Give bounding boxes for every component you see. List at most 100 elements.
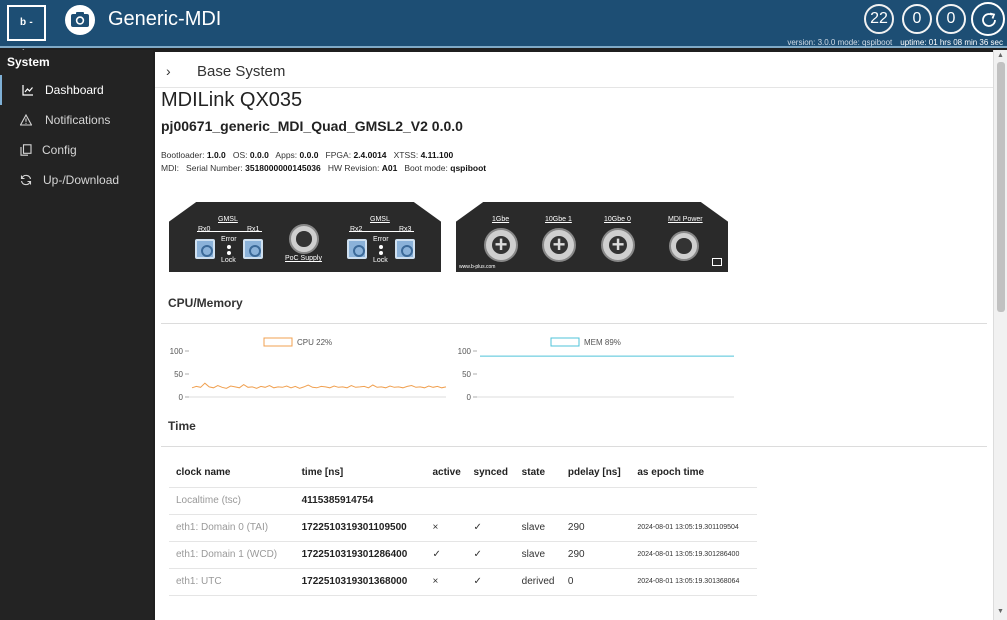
- vertical-scrollbar[interactable]: ▲ ▼: [993, 50, 1007, 620]
- counter-value: 0: [946, 10, 956, 27]
- 10gbe0-connector: [601, 228, 635, 262]
- apps-value: 0.0.0: [299, 150, 319, 160]
- epoch-cell: [630, 487, 757, 515]
- column-header: active: [425, 458, 467, 488]
- time-ns: 4115385914754: [294, 487, 426, 515]
- state-cell: [514, 487, 561, 515]
- firmware-versions: Bootloader: 1.0.0 OS: 0.0.0 Apps: 0.0.0 …: [161, 150, 453, 160]
- clock-name: Localtime (tsc): [169, 487, 295, 515]
- pdelay-cell: 290: [560, 514, 631, 542]
- memory-chart-svg: MEM 89% 100 50 0: [458, 337, 734, 402]
- device-front-panel: GMSL Rx0 Rx1 Error Lock PoC Supply GMSL …: [169, 202, 441, 272]
- top-bar: b - plus Generic-MDI 22 0 0 version: 3.0…: [0, 0, 1007, 60]
- serial-value: 3518000000145036: [245, 163, 321, 173]
- scroll-up-icon[interactable]: ▲: [997, 52, 1004, 59]
- y-tick-label: 100: [170, 347, 184, 356]
- column-header: pdelay [ns]: [560, 458, 631, 488]
- 1gbe-connector: [484, 228, 518, 262]
- mdi-label: MDI:: [161, 163, 179, 173]
- refresh-button[interactable]: [971, 2, 1005, 36]
- refresh-icon: [982, 12, 996, 27]
- table-row: eth1: Domain 1 (WCD) 1722510319301286400…: [169, 541, 757, 569]
- rx1-port: [243, 239, 263, 259]
- copy-icon: [20, 144, 32, 156]
- epoch-cell: 2024-08-01 13:05:19.301109504: [630, 514, 757, 542]
- warning-counter-badge[interactable]: 0: [902, 4, 932, 34]
- 10gbe0-label: 10Gbe 0: [604, 216, 631, 223]
- pdelay-cell: 290: [560, 541, 631, 569]
- error-label-left: Error: [221, 236, 237, 243]
- table-header-row: clock name time [ns] active synced state…: [169, 458, 757, 488]
- time-ns: 1722510319301109500: [294, 514, 426, 542]
- led-indicator: [227, 245, 231, 249]
- state-cell: derived: [514, 568, 561, 596]
- pdelay-cell: 0: [560, 568, 631, 596]
- column-header: clock name: [169, 458, 295, 488]
- sidebar-item-label: Config: [42, 143, 77, 157]
- legend-label: MEM 89%: [584, 338, 621, 347]
- xtss-value: 4.11.100: [420, 150, 454, 160]
- bplus-logo[interactable]: b - plus: [7, 5, 46, 60]
- chevron-right-icon[interactable]: ›: [166, 63, 171, 79]
- apps-label: Apps:: [275, 150, 298, 160]
- fpga-value: 2.4.0014: [353, 150, 387, 160]
- rx3-label: Rx3: [399, 226, 412, 233]
- notification-counter-badge[interactable]: 22: [864, 4, 894, 34]
- led-indicator: [379, 245, 383, 249]
- state-cell: slave: [514, 541, 561, 569]
- fpga-label: FPGA:: [325, 150, 352, 160]
- poc-supply-label: PoC Supply: [285, 255, 322, 262]
- sidebar-item-label: Notifications: [45, 113, 111, 127]
- led-indicator: [379, 251, 383, 255]
- active-cell: ×: [425, 568, 467, 596]
- scroll-down-icon[interactable]: ▼: [997, 608, 1004, 615]
- rx0-port: [195, 239, 215, 259]
- 10gbe1-connector: [542, 228, 576, 262]
- sidebar-item-notifications[interactable]: Notifications: [0, 105, 153, 135]
- y-tick-label: 0: [179, 393, 184, 402]
- time-ns: 1722510319301286400: [294, 541, 426, 569]
- rx1-label: Rx1: [247, 226, 260, 233]
- epoch-cell: 2024-08-01 13:05:19.301368064: [630, 568, 757, 596]
- sync-icon: [20, 174, 32, 186]
- y-tick-label: 50: [174, 370, 183, 379]
- uptime-text: uptime: 01 hrs 08 min 36 sec: [900, 38, 1003, 47]
- gmsl-label-left: GMSL: [218, 216, 238, 223]
- os-value: 0.0.0: [249, 150, 269, 160]
- cpu-memory-heading: CPU/Memory: [168, 296, 243, 310]
- 1gbe-label: 1Gbe: [492, 216, 510, 223]
- mdi-power-label: MDI Power: [668, 216, 703, 223]
- y-tick-label: 50: [462, 370, 471, 379]
- version-info: version: 3.0.0 mode: qspiboot uptime: 01 …: [787, 38, 1003, 47]
- os-label: OS:: [232, 150, 248, 160]
- sidebar-item-up-download[interactable]: Up-/Download: [0, 165, 153, 195]
- epoch-cell: 2024-08-01 13:05:19.301286400: [630, 541, 757, 569]
- camera-icon[interactable]: [65, 5, 95, 35]
- breadcrumb-title: Base System: [197, 63, 286, 80]
- clock-name: eth1: UTC: [169, 568, 295, 596]
- poc-connector: [289, 224, 319, 254]
- column-header: state: [514, 458, 561, 488]
- lock-label-right: Lock: [373, 257, 388, 264]
- active-cell: ✓: [425, 541, 467, 569]
- synced-cell: [466, 487, 515, 515]
- error-counter-badge[interactable]: 0: [936, 4, 966, 34]
- warning-icon: [20, 114, 32, 126]
- pdelay-cell: [560, 487, 631, 515]
- rx2-port: [347, 239, 367, 259]
- scrollbar-thumb[interactable]: [997, 62, 1005, 312]
- device-rear-panel: 1Gbe 10Gbe 1 10Gbe 0 MDI Power www.b-plu…: [456, 202, 728, 272]
- sidebar-item-config[interactable]: Config: [0, 135, 153, 165]
- sidebar-item-label: Up-/Download: [43, 173, 120, 187]
- breadcrumb[interactable]: › Base System: [155, 52, 993, 88]
- table-row: eth1: UTC 1722510319301368000 × ✓ derive…: [169, 568, 757, 596]
- bootloader-label: Bootloader:: [161, 150, 205, 160]
- chart-line-icon: [22, 85, 33, 96]
- sidebar-item-dashboard[interactable]: Dashboard: [0, 75, 153, 105]
- boot-mode-value: qspiboot: [450, 163, 487, 173]
- counter-value: 22: [870, 10, 888, 27]
- 10gbe1-label: 10Gbe 1: [545, 216, 572, 223]
- active-cell: ×: [425, 514, 467, 542]
- sidebar-title: System: [7, 55, 50, 69]
- time-table: clock name time [ns] active synced state…: [169, 458, 757, 596]
